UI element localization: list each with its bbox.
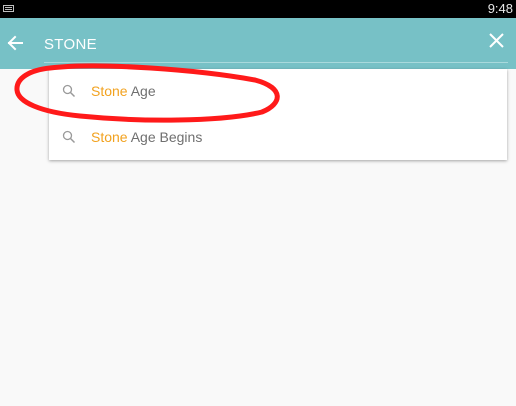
suggestion-stone-age-begins[interactable]: Stone Age Begins — [49, 115, 507, 160]
search-toolbar — [0, 18, 516, 69]
suggestion-highlight: Stone — [91, 129, 128, 145]
clear-search-button[interactable] — [482, 26, 512, 56]
search-input[interactable] — [44, 31, 424, 57]
search-icon — [62, 130, 76, 144]
suggestion-label: Stone Age Begins — [91, 115, 202, 160]
status-bar: 9:48 — [0, 0, 516, 18]
search-input-underline — [44, 62, 508, 63]
suggestion-rest: Age — [127, 83, 156, 99]
search-suggestions: Stone Age Stone Age Begins — [49, 69, 507, 160]
search-icon — [62, 84, 76, 98]
close-icon — [489, 33, 504, 48]
arrow-left-icon — [7, 35, 23, 51]
suggestion-label: Stone Age — [91, 69, 156, 114]
suggestion-stone-age[interactable]: Stone Age — [49, 69, 507, 114]
suggestion-highlight: Stone — [91, 83, 128, 99]
status-clock: 9:48 — [487, 1, 513, 16]
suggestion-rest: Age Begins — [127, 129, 203, 145]
keyboard-icon — [3, 5, 14, 12]
back-button[interactable] — [2, 26, 30, 60]
